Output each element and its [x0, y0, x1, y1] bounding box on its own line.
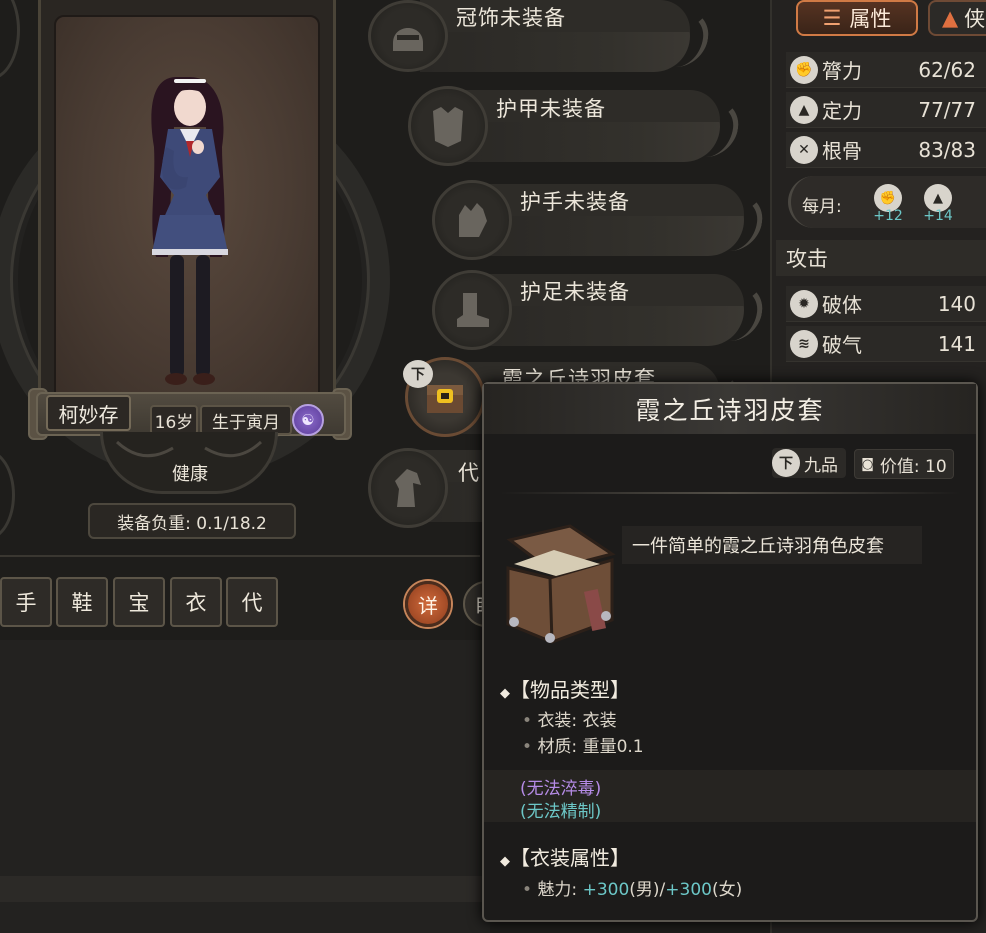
item-material-line: • 材质: 重量0.1 [522, 732, 644, 757]
charm-male-suffix: (男)/ [629, 880, 666, 900]
stat-value: 140 [937, 291, 976, 316]
costume-chest-image [500, 520, 622, 646]
stat-row-bone: ✕ 根骨 83/83 [786, 132, 986, 168]
charm-label: 魅力: [537, 880, 583, 900]
tab-attributes-label: 属性 [849, 7, 892, 31]
section-costume-attr: ◆【衣装属性】 [500, 842, 630, 871]
diamond-bullet-icon: ◆ [500, 686, 510, 701]
stat-row-break-body: ✹ 破体 140 [786, 286, 986, 322]
charm-line: • 魅力: +300(男)/+300(女) [522, 875, 742, 900]
slot-label-mount: 代 [458, 461, 480, 485]
section-item-type: ◆【物品类型】 [500, 674, 630, 703]
slot-label-armor: 护甲未装备 [496, 97, 606, 121]
stat-value: 83/83 [918, 137, 976, 162]
break-qi-icon: ≋ [790, 329, 818, 358]
tab-attributes[interactable]: ☰ 属性 [796, 0, 918, 36]
tooltip-divider [500, 492, 960, 494]
item-grade: 下 九品 [772, 448, 846, 478]
health-status: 健康 [172, 464, 208, 485]
stat-value: 77/77 [918, 97, 976, 122]
stat-name: 定力 [822, 99, 862, 123]
tab-mount[interactable]: 代 [226, 577, 278, 627]
stat-name: 根骨 [822, 139, 862, 163]
monthly-strength: ✊ +12 [872, 184, 904, 224]
monthly-strength-value: +12 [873, 208, 903, 224]
gauntlet-icon [432, 180, 512, 260]
focus-icon: ▲ [790, 95, 818, 124]
boot-icon [432, 270, 512, 350]
charm-female-suffix: (女) [711, 880, 743, 900]
character-portrait[interactable] [54, 15, 320, 397]
stat-row-strength: ✊ 膂力 62/62 [786, 52, 986, 88]
stat-value: 141 [937, 331, 976, 356]
stat-row-break-qi: ≋ 破气 141 [786, 326, 986, 362]
item-description: 一件简单的霞之丘诗羽角色皮套 [622, 526, 922, 564]
diamond-bullet-icon: ◆ [500, 854, 510, 869]
slot-label-boots: 护足未装备 [520, 280, 630, 304]
divider [0, 555, 480, 557]
strength-icon: ✊ [790, 55, 818, 84]
item-type-line: • 衣装: 衣装 [522, 706, 617, 731]
charm-male-value: +300 [582, 880, 630, 900]
charm-female-value: +300 [665, 880, 712, 900]
item-value: ◙ 价值: 10 [854, 449, 954, 479]
stat-name: 破体 [822, 293, 862, 317]
monthly-focus-value: +14 [923, 208, 953, 224]
tab-hero[interactable]: ▲ 侠 [928, 0, 986, 36]
left-edge-disc [0, 0, 20, 80]
character-name: 柯妙存 [46, 395, 131, 431]
zodiac-icon[interactable]: ☯ [292, 404, 324, 436]
left-edge-disc [0, 450, 15, 540]
character-illustration [151, 77, 228, 385]
tab-shoes[interactable]: 鞋 [56, 577, 108, 627]
character-birth-month: 生于寅月 [200, 405, 292, 435]
dot-bullet-icon: • [522, 711, 533, 731]
tooltip-title: 霞之丘诗羽皮套 [484, 384, 976, 434]
detail-button[interactable]: 详 [405, 581, 451, 627]
dot-bullet-icon: • [522, 880, 533, 900]
attack-header: 攻击 [776, 240, 986, 276]
inventory-footer-strip [0, 876, 490, 902]
stat-row-focus: ▲ 定力 77/77 [786, 92, 986, 128]
tab-clothing[interactable]: 衣 [170, 577, 222, 627]
no-poison-note: (无法淬毒) [520, 779, 602, 799]
value-icon: ◙ [861, 456, 874, 472]
stat-value: 62/62 [918, 57, 976, 82]
armor-icon [408, 86, 488, 166]
stat-name: 膂力 [822, 59, 862, 83]
dot-bullet-icon: • [522, 737, 533, 757]
tab-hero-label: 侠 [964, 7, 986, 31]
section-item-type-label: 【物品类型】 [510, 678, 630, 702]
item-material-text: 材质: 重量0.1 [537, 737, 644, 757]
character-age: 16岁 [150, 405, 198, 435]
slot-label-gauntlet: 护手未装备 [520, 190, 630, 214]
horse-icon [368, 448, 448, 528]
no-refine-note: (无法精制) [520, 802, 602, 822]
equipment-load: 装备负重: 0.1/18.2 [88, 503, 296, 539]
monthly-label: 每月: [802, 197, 842, 217]
bone-icon: ✕ [790, 135, 818, 164]
item-grade-text: 九品 [804, 455, 838, 476]
slot-label-crown: 冠饰未装备 [456, 6, 566, 30]
section-costume-attr-label: 【衣装属性】 [510, 846, 630, 870]
monthly-focus: ▲ +14 [922, 184, 954, 224]
item-value-text: 价值: 10 [879, 456, 947, 477]
helmet-icon [368, 0, 448, 72]
tab-treasure[interactable]: 宝 [113, 577, 165, 627]
attributes-icon: ☰ [822, 6, 842, 30]
stat-name: 破气 [822, 333, 862, 357]
unequip-badge[interactable]: 下 [403, 360, 433, 388]
item-type-text: 衣装: 衣装 [537, 711, 617, 731]
grade-icon: 下 [772, 449, 800, 477]
tab-hand[interactable]: 手 [0, 577, 52, 627]
break-body-icon: ✹ [790, 289, 818, 318]
hero-icon: ▲ [942, 6, 959, 30]
